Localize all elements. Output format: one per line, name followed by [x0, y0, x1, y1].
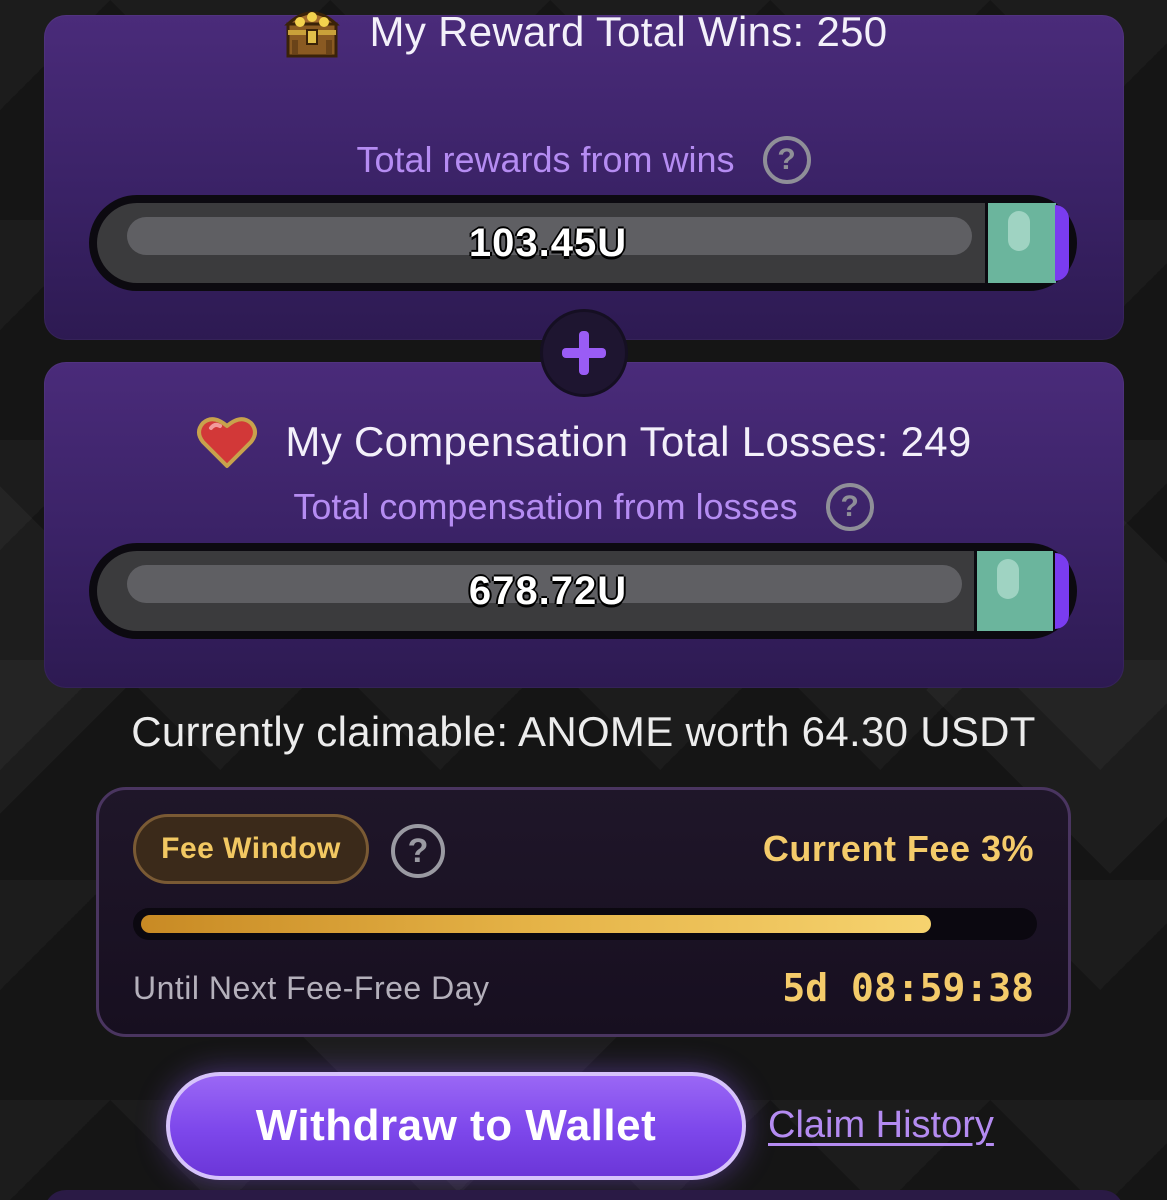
fee-window-card: Fee Window ? Current Fee 3% Until Next F… — [96, 787, 1071, 1037]
fee-progress-fill — [141, 915, 931, 933]
treasure-chest-icon — [283, 11, 340, 58]
withdraw-to-wallet-button[interactable]: Withdraw to Wallet — [166, 1072, 746, 1180]
reward-title: My Reward Total Wins: 250 — [369, 8, 888, 55]
compensation-title: My Compensation Total Losses: 249 — [285, 418, 972, 465]
reward-bar-value: 103.45U — [468, 220, 628, 265]
current-fee-label: Current Fee 3% — [762, 828, 1034, 869]
help-circle-icon[interactable]: ? — [762, 136, 811, 184]
fee-progress-track — [133, 908, 1037, 940]
help-circle-icon[interactable]: ? — [391, 824, 445, 878]
reward-progress-bar: 103.45U — [89, 195, 1077, 291]
next-card-edge — [44, 1190, 1124, 1200]
fee-free-countdown: 5d 08:59:38 — [782, 966, 1034, 1010]
compensation-title-row: My Compensation Total Losses: 249 — [0, 410, 1167, 474]
rewards-screen: My Reward Total Wins: 250 Total rewards … — [0, 0, 1167, 1200]
compensation-bar-value: 678.72U — [468, 568, 628, 613]
compensation-subtitle-row: Total compensation from losses ? — [0, 483, 1167, 531]
until-fee-free-label: Until Next Fee-Free Day — [133, 970, 490, 1006]
heart-icon — [197, 417, 258, 468]
plus-icon — [562, 331, 606, 375]
fee-window-badge: Fee Window — [133, 814, 369, 884]
reward-subtitle-row: Total rewards from wins ? — [0, 136, 1167, 184]
compensation-progress-bar: 678.72U — [89, 543, 1077, 639]
reward-bar-cap-sheen — [1008, 211, 1030, 251]
compensation-bar-end — [1055, 553, 1069, 629]
claim-history-link[interactable]: Claim History — [768, 1104, 994, 1147]
reward-bar-end — [1055, 205, 1069, 281]
claimable-text: Currently claimable: ANOME worth 64.30 U… — [131, 708, 1036, 755]
reward-title-row: My Reward Total Wins: 250 — [0, 0, 1167, 64]
plus-badge — [540, 309, 628, 397]
compensation-subtitle: Total compensation from losses — [293, 486, 798, 527]
reward-subtitle: Total rewards from wins — [356, 139, 735, 180]
help-circle-icon[interactable]: ? — [825, 483, 874, 531]
